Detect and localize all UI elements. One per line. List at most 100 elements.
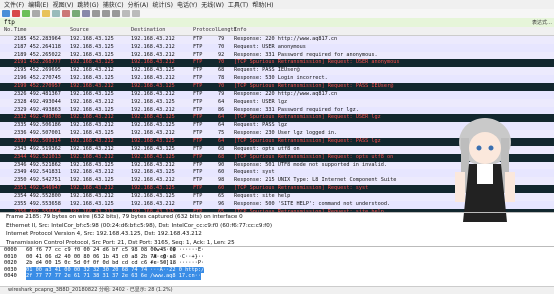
cell-destination: 192.168.43.212: [131, 106, 175, 113]
cell-source: 192.168.43.212: [70, 83, 114, 90]
cell-time: 2189 452.265022: [14, 51, 61, 58]
close-file-icon[interactable]: [62, 10, 70, 17]
cell-destination: 192.168.43.125: [131, 185, 175, 192]
reload-icon[interactable]: [72, 10, 80, 17]
cell-protocol: FTP: [193, 75, 203, 82]
cell-info: Request: PASS IEUser@: [234, 67, 300, 74]
restart-capture-icon[interactable]: [22, 10, 30, 17]
cell-time: 2326 492.481367: [14, 90, 61, 97]
packet-row[interactable]: 2189 452.265022 192.168.43.125 192.168.43.…: [0, 51, 554, 60]
cell-protocol: FTP: [193, 35, 203, 42]
cell-destination: 192.168.43.125: [131, 67, 175, 74]
cell-protocol: FTP: [193, 106, 203, 113]
cell-protocol: FTP: [193, 200, 203, 207]
menu-item-5[interactable]: 分析(A): [128, 0, 149, 9]
cell-destination: 192.168.43.125: [131, 169, 175, 176]
detail-ethernet[interactable]: Ethernet II, Src: IntelCor_bf:c5:98 (00:…: [0, 222, 554, 231]
col-source[interactable]: Source: [70, 27, 130, 35]
cell-time: 2349 492.541831: [14, 169, 61, 176]
find-icon[interactable]: [82, 10, 90, 17]
col-protocol[interactable]: Protocol: [193, 27, 219, 35]
cell-time: 2346 492.521862: [14, 161, 61, 168]
go-forward-icon[interactable]: [102, 10, 110, 17]
bytes-line[interactable]: 0040 2f 77 77 77 2e 61 71 38 31 37 2e 63 …: [0, 273, 554, 280]
menu-item-6[interactable]: 统计(S): [152, 0, 173, 9]
cell-time: 2351 492.546947: [14, 185, 61, 192]
display-filter-input[interactable]: ftp: [4, 19, 15, 26]
packet-row[interactable]: 2326 492.481367 192.168.43.125 192.168.43.…: [0, 90, 554, 99]
menu-item-4[interactable]: 捕获(C): [103, 0, 124, 9]
cell-time: 2336 492.507001: [14, 130, 61, 137]
cell-time: 2344 492.521013: [14, 153, 61, 160]
cell-source: 192.168.43.212: [70, 122, 114, 129]
go-back-icon[interactable]: [92, 10, 100, 17]
cell-source: 192.168.43.125: [70, 51, 114, 58]
cell-protocol: FTP: [193, 145, 203, 152]
packet-row[interactable]: 2187 452.264118 192.168.43.125 192.168.43.…: [0, 43, 554, 52]
bytes-off: 0040: [4, 273, 17, 279]
cell-destination: 192.168.43.212: [131, 35, 175, 42]
menu-item-9[interactable]: 工具(T): [228, 0, 248, 9]
col-info[interactable]: Info: [234, 27, 554, 35]
cell-info: [TCP Spurious Retransmission] Request: P…: [234, 83, 394, 90]
packet-row[interactable]: 2199 452.270957 192.168.43.212 192.168.43.…: [0, 83, 554, 91]
cell-protocol: FTP: [193, 138, 203, 145]
cell-protocol: FTP: [193, 177, 203, 184]
menu-item-3[interactable]: 跳转(G): [77, 0, 98, 9]
menu-item-0[interactable]: 文件(F): [4, 0, 24, 9]
bytes-hex: 2f 77 77 77 2e 61 71 38 31 37 2e 63 6e 0…: [26, 273, 167, 280]
cell-time: 2332 492.498708: [14, 114, 61, 121]
cell-protocol: FTP: [193, 193, 203, 200]
cell-destination: 192.168.43.212: [131, 177, 175, 184]
detail-frame[interactable]: Frame 2185: 79 bytes on wire (632 bits),…: [0, 213, 554, 222]
cell-time: 2329 492.493863: [14, 106, 61, 113]
cell-destination: 192.168.43.212: [131, 75, 175, 82]
go-to-packet-icon[interactable]: [112, 10, 120, 17]
cell-protocol: FTP: [193, 43, 203, 50]
open-file-icon[interactable]: [42, 10, 50, 17]
cell-source: 192.168.43.125: [70, 161, 114, 168]
menu-item-7[interactable]: 电话(Y): [177, 0, 197, 9]
menu-item-2[interactable]: 视图(V): [53, 0, 74, 9]
cell-time: 2354 492.552800: [14, 193, 61, 200]
cell-destination: 192.168.43.125: [131, 153, 175, 160]
packet-row[interactable]: 2196 452.270745 192.168.43.125 192.168.43.…: [0, 75, 554, 84]
cell-source: 192.168.43.125: [70, 106, 114, 113]
cell-destination: 192.168.43.125: [131, 114, 175, 121]
cell-destination: 192.168.43.212: [131, 43, 175, 50]
cell-info: Response: 530 Login incorrect.: [234, 75, 328, 82]
menu-item-1[interactable]: 编辑(E): [28, 0, 48, 9]
cell-protocol: FTP: [193, 130, 203, 137]
menu-item-8[interactable]: 无线(W): [201, 0, 224, 9]
cell-source: 192.168.43.212: [70, 98, 114, 105]
cell-time: 2355 492.553658: [14, 200, 61, 207]
packet-bytes-pane[interactable]: 0000 60 f6 77 cc c9 f0 00 24 d6 bf c5 98 …: [0, 246, 554, 287]
options-icon[interactable]: [32, 10, 40, 17]
zoom-out-icon[interactable]: [132, 10, 140, 17]
expression-button[interactable]: 表达式…: [532, 19, 552, 26]
detail-ip[interactable]: Internet Protocol Version 4, Src: 192.16…: [0, 230, 554, 239]
cell-protocol: FTP: [193, 98, 203, 105]
packet-row[interactable]: 2185 452.283964 192.168.43.125 192.168.43.…: [0, 35, 554, 44]
cell-destination: 192.168.43.125: [131, 145, 175, 152]
cell-protocol: FTP: [193, 51, 203, 58]
cell-info: [TCP Spurious Retransmission] Request: U…: [234, 59, 400, 66]
packet-row[interactable]: 2195 452.269695 192.168.43.212 192.168.43.…: [0, 67, 554, 76]
save-file-icon[interactable]: [52, 10, 60, 17]
packet-row[interactable]: 2328 492.493044 192.168.43.212 192.168.43.…: [0, 98, 554, 107]
start-capture-icon[interactable]: [2, 10, 10, 17]
cell-protocol: FTP: [193, 83, 203, 90]
cell-destination: 192.168.43.212: [131, 59, 175, 66]
col-no[interactable]: No.: [4, 27, 14, 35]
col-time[interactable]: Time: [14, 27, 66, 35]
stop-capture-icon[interactable]: [12, 10, 20, 17]
cell-protocol: FTP: [193, 153, 203, 160]
packet-details-pane[interactable]: Frame 2185: 79 bytes on wire (632 bits),…: [0, 212, 554, 247]
cell-source: 192.168.43.212: [70, 193, 114, 200]
zoom-in-icon[interactable]: [122, 10, 130, 17]
menu-item-10[interactable]: 帮助(H): [252, 0, 273, 9]
col-destination[interactable]: Destination: [131, 27, 193, 35]
packet-row[interactable]: 2191 452.268777 192.168.43.125 192.168.43.…: [0, 59, 554, 68]
cell-protocol: FTP: [193, 122, 203, 129]
anime-character-overlay: [455, 118, 515, 222]
